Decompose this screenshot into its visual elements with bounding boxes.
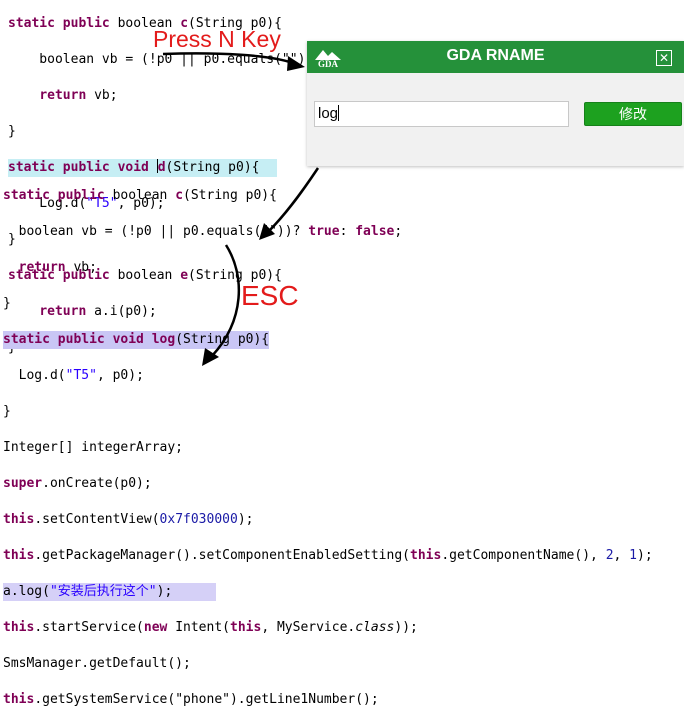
code-line: super.onCreate(p0); <box>3 476 152 491</box>
esc-label: ESC <box>241 280 299 311</box>
code-line: this.getSystemService("phone").getLine1N… <box>3 692 379 707</box>
arrow-to-renamed <box>267 167 320 233</box>
code-line: this.setContentView(0x7f030000); <box>3 512 254 527</box>
press-n-key-label: Press N Key <box>153 26 281 52</box>
code-line: this.startService(new Intent(this, MySer… <box>3 620 418 635</box>
code-line: this.getPackageManager().setComponentEna… <box>3 548 653 563</box>
arrow-to-dialog <box>162 52 294 65</box>
arrowhead-to-dialog <box>287 56 305 71</box>
code-line: SmsManager.getDefault(); <box>3 656 191 671</box>
arrow-to-call <box>211 244 241 357</box>
annotation-arrows <box>162 52 320 366</box>
code-line: Integer[] integerArray; <box>3 440 184 455</box>
code-line-call-renamed[interactable]: a.log("安装后执行这个"); <box>3 583 216 601</box>
